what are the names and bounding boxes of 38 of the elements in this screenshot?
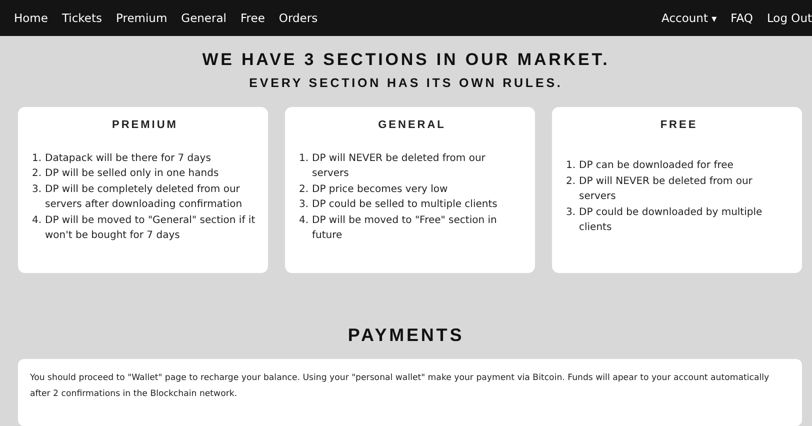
account-menu[interactable]: Account ▾ [662, 11, 717, 25]
card-title: FREE [659, 119, 699, 131]
rule-text: DP will NEVER be deleted from our servers [312, 152, 486, 181]
list-number: 2. [32, 167, 43, 181]
rule-text: DP could be downloaded by multiple clients [579, 206, 764, 236]
list-number: 4. [299, 214, 310, 228]
list-number: 1. [32, 152, 43, 166]
list-number: 3. [566, 206, 577, 220]
rule-text: DP will be moved to "General" section if it won't be bought for 7 days [45, 214, 256, 243]
rule-text: DP will be selled only in one hands [45, 167, 219, 181]
nav-link[interactable]: Free [240, 11, 265, 25]
card-title: PREMIUM [111, 119, 179, 131]
list-number: 1. [566, 159, 577, 174]
card-title: GENERAL [377, 119, 447, 131]
list-number: 3. [299, 198, 310, 212]
nav-link[interactable]: Log Out [766, 11, 812, 25]
rule-text: DP will be moved to "Free" section in future [312, 214, 498, 243]
nav-link[interactable]: Tickets [62, 11, 102, 25]
rule-text: DP could be selled to multiple clients [312, 198, 498, 212]
nav-link[interactable]: Orders [278, 11, 318, 25]
nav-link[interactable]: FAQ [730, 11, 753, 25]
nav-link[interactable]: General [181, 11, 226, 25]
subheadline: EVERY SECTION HAS ITS OWN RULES. [248, 76, 564, 90]
rule-text: DP will NEVER be deleted from our servers [579, 174, 754, 204]
list-number: 4. [32, 214, 43, 228]
payment-text: You should proceed to "Wallet" page to recharge your balance. Using your "personal wallet" make your payment via Bitcoin. Funds will apear to your account automatically after 2 confirmations in the Blockchain network. [30, 372, 770, 401]
rule-text: DP price becomes very low [312, 182, 448, 196]
list-number: 1. [299, 152, 310, 166]
nav-link[interactable]: Premium [116, 11, 168, 25]
rule-text: DP can be downloaded for free [579, 159, 734, 174]
list-number: 2. [299, 182, 310, 196]
rule-text: DP will be completely deleted from our servers after downloading confirmation [45, 182, 244, 212]
nav-link[interactable]: Home [14, 11, 48, 25]
list-number: 2. [566, 174, 577, 189]
rule-text: Datapack will be there for 7 days [45, 152, 211, 166]
section-heading: PAYMENTS [346, 325, 466, 346]
headline: WE HAVE 3 SECTIONS IN OUR MARKET. [201, 50, 611, 70]
list-number: 3. [32, 182, 43, 196]
